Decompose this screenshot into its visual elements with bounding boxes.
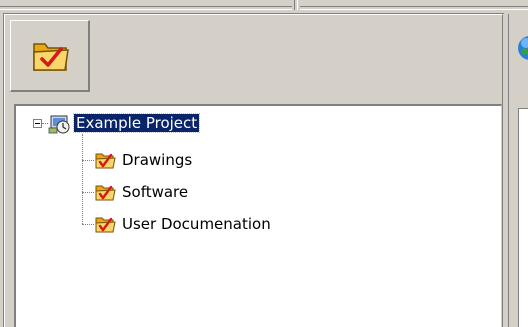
tree-node-label: User Documenation (122, 215, 271, 233)
tree-node-software[interactable]: Software (94, 182, 294, 202)
toolbar-rule-right (300, 6, 528, 10)
open-project-button[interactable] (10, 20, 90, 92)
tree-connector (82, 160, 94, 161)
tree-node-label: Drawings (122, 151, 193, 169)
globe-icon (514, 30, 528, 66)
tree-node-root[interactable]: Example Project (48, 113, 248, 134)
tree-connector (82, 134, 83, 224)
folder-checkmark-icon (94, 150, 116, 174)
tree-node-label: Example Project (72, 113, 201, 133)
tree-collapse-toggle[interactable] (33, 119, 42, 128)
tree-connector (82, 224, 94, 225)
folder-checkmark-icon (33, 43, 69, 71)
right-pane-content (518, 108, 528, 327)
toolbar-divider (294, 0, 298, 10)
project-tree-view[interactable]: Example Project Drawings Software User D… (14, 104, 502, 327)
tree-node-label: Software (122, 183, 189, 201)
tree-node-drawings[interactable]: Drawings (94, 150, 294, 170)
tree-connector (82, 192, 94, 193)
top-toolbar-separator (0, 0, 528, 10)
folder-checkmark-icon (94, 214, 116, 238)
folder-checkmark-icon (94, 182, 116, 206)
toolbar-rule-left (0, 6, 292, 10)
project-icon (48, 113, 72, 139)
tree-node-user-documenation[interactable]: User Documenation (94, 214, 354, 234)
